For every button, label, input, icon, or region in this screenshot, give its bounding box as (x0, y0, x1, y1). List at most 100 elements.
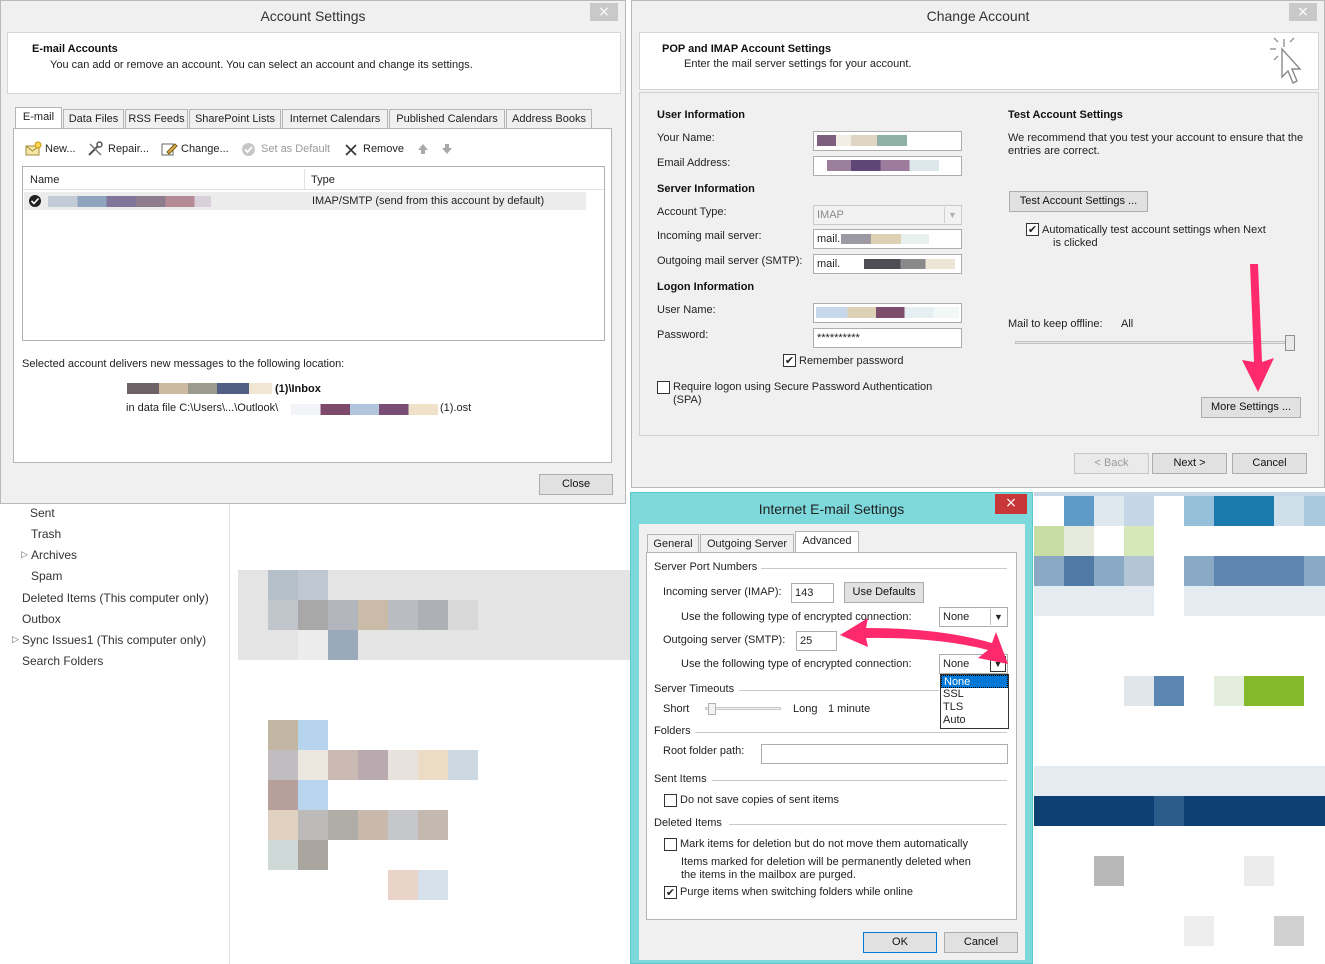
redacted-block (268, 600, 298, 630)
incoming-port-input[interactable]: 143 (791, 583, 834, 603)
more-settings-button[interactable]: More Settings ... (1201, 397, 1301, 418)
column-header-type[interactable]: Type (311, 174, 335, 186)
next-button[interactable]: Next > (1152, 453, 1227, 474)
folder-sync-issues[interactable]: Sync Issues1 (This computer only) (22, 633, 206, 647)
divider (761, 568, 1007, 569)
close-button[interactable]: Close (539, 474, 613, 495)
folder-outbox[interactable]: Outbox (22, 612, 61, 626)
chevron-down-icon[interactable]: ▼ (990, 656, 1006, 672)
divider (712, 780, 1007, 781)
test-account-settings-button[interactable]: Test Account Settings ... (1009, 191, 1148, 212)
incoming-server-input[interactable]: mail. (813, 229, 962, 249)
redacted-block (268, 780, 298, 810)
folder-trash[interactable]: Trash (31, 527, 61, 541)
incoming-encryption-select[interactable]: None ▼ (939, 607, 1008, 627)
tab-email[interactable]: E-mail (15, 107, 62, 129)
dropdown-option-tls[interactable]: TLS (941, 701, 1008, 714)
folder-search-folders[interactable]: Search Folders (22, 654, 103, 668)
folder-sent[interactable]: Sent (30, 506, 55, 520)
mark-deletion-checkbox[interactable] (664, 838, 677, 851)
no-sent-copies-label: Do not save copies of sent items (680, 794, 839, 806)
dropdown-option-ssl[interactable]: SSL (941, 688, 1008, 701)
redacted-block (298, 630, 328, 660)
table-row[interactable]: IMAP/SMTP (send from this account by def… (24, 192, 586, 210)
chevron-down-icon[interactable]: ▼ (990, 609, 1006, 625)
auto-test-label: Automatically test account settings when… (1042, 224, 1266, 236)
dropdown-option-none[interactable]: None (941, 675, 1008, 688)
window-title: Change Account (632, 1, 1324, 31)
delivery-location-label: Selected account delivers new messages t… (22, 358, 345, 370)
outgoing-server-label: Outgoing mail server (SMTP): (657, 255, 803, 267)
tab-rss-feeds[interactable]: RSS Feeds (125, 109, 188, 129)
dropdown-option-auto[interactable]: Auto (941, 714, 1008, 727)
tab-sharepoint-lists[interactable]: SharePoint Lists (189, 109, 281, 129)
timeout-slider[interactable] (705, 703, 781, 715)
use-defaults-button[interactable]: Use Defaults (844, 582, 924, 603)
ok-button[interactable]: OK (863, 932, 937, 953)
mail-offline-slider[interactable] (1015, 335, 1295, 351)
purge-items-label: Purge items when switching folders while… (680, 886, 913, 898)
outgoing-server-input[interactable]: mail. (813, 254, 962, 274)
redacted-value (817, 160, 939, 171)
tab-advanced[interactable]: Advanced (795, 531, 859, 553)
tab-general[interactable]: General (647, 534, 699, 554)
close-icon[interactable]: × (995, 494, 1027, 514)
auto-test-checkbox[interactable]: ✔ (1026, 223, 1039, 236)
expand-arrow-icon[interactable]: ▷ (21, 549, 28, 560)
your-name-input[interactable] (813, 131, 962, 151)
purge-items-checkbox[interactable]: ✔ (664, 886, 677, 899)
timeout-long-label: Long (793, 703, 818, 715)
account-type: IMAP/SMTP (send from this account by def… (312, 195, 545, 207)
slider-thumb[interactable] (708, 703, 716, 715)
mail-offline-label: Mail to keep offline: (1008, 318, 1103, 330)
redacted-inbox-path (127, 383, 272, 394)
datafile-path-prefix: in data file C:\Users\...\Outlook\ (126, 402, 279, 414)
cancel-button[interactable]: Cancel (1232, 453, 1307, 474)
tab-outgoing-server[interactable]: Outgoing Server (700, 534, 794, 554)
redacted-block (298, 600, 328, 630)
close-icon[interactable]: × (1289, 3, 1317, 21)
redacted-block (328, 600, 358, 630)
user-information-heading: User Information (657, 109, 746, 121)
redacted-block (358, 810, 388, 840)
redacted-account-name (48, 196, 211, 207)
no-sent-copies-checkbox[interactable] (664, 794, 677, 807)
redacted-block (268, 840, 298, 870)
folder-spam[interactable]: Spam (31, 569, 62, 583)
slider-thumb[interactable] (1285, 335, 1295, 351)
redacted-block (388, 750, 418, 780)
column-header-name[interactable]: Name (30, 174, 59, 186)
require-spa-label-suffix: (SPA) (673, 394, 702, 406)
tab-data-files[interactable]: Data Files (63, 109, 124, 129)
folder-deleted-items[interactable]: Deleted Items (This computer only) (22, 591, 209, 605)
back-button[interactable]: < Back (1074, 453, 1149, 474)
outgoing-port-input[interactable]: 25 (796, 631, 837, 651)
tab-published-calendars[interactable]: Published Calendars (389, 109, 505, 129)
server-information-heading: Server Information (657, 183, 755, 195)
account-type-select: IMAP ▼ (813, 205, 962, 225)
arrow-down-icon[interactable] (441, 143, 453, 155)
expand-arrow-icon[interactable]: ▷ (12, 634, 19, 645)
root-folder-input[interactable] (761, 744, 1008, 764)
require-spa-checkbox[interactable] (657, 381, 670, 394)
header-title: E-mail Accounts (32, 43, 118, 55)
your-name-label: Your Name: (657, 132, 715, 144)
user-name-input[interactable] (813, 303, 962, 323)
folder-archives[interactable]: Archives (31, 548, 77, 562)
email-address-input[interactable] (813, 156, 962, 176)
tab-address-books[interactable]: Address Books (506, 109, 592, 129)
tab-internet-calendars[interactable]: Internet Calendars (282, 109, 388, 129)
test-account-description: We recommend that you test your account … (1008, 132, 1304, 157)
inbox-path: (1)\Inbox (275, 383, 321, 395)
remember-password-checkbox[interactable]: ✔ (783, 354, 796, 367)
arrow-up-icon[interactable] (417, 143, 429, 155)
timeout-value: 1 minute (828, 703, 871, 715)
redacted-block (298, 750, 328, 780)
header-band: POP and IMAP Account Settings Enter the … (639, 32, 1319, 90)
close-icon[interactable]: × (590, 3, 618, 21)
cancel-button[interactable]: Cancel (944, 932, 1018, 953)
password-input[interactable]: ********** (813, 328, 962, 348)
outgoing-encryption-select[interactable]: None ▼ (939, 654, 1008, 674)
list-header: Name Type (23, 167, 604, 190)
redacted-block (418, 810, 448, 840)
